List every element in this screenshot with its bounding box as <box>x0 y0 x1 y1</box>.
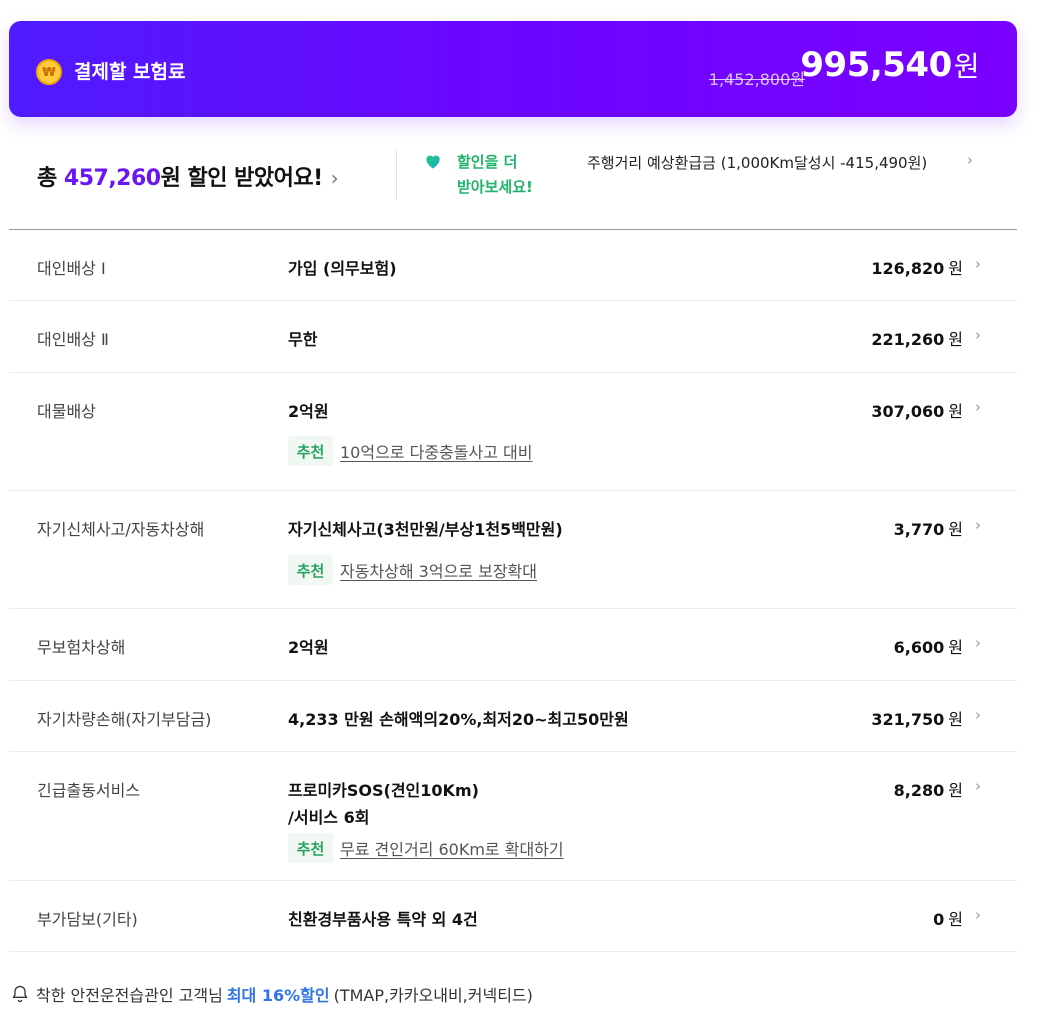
coverage-price: 126,820 원 <box>871 259 963 278</box>
chevron-right-icon: › <box>975 398 981 416</box>
coverage-label: 대인배상 Ⅱ <box>37 330 109 349</box>
bell-icon <box>12 985 28 1003</box>
chevron-right-icon: › <box>975 906 981 924</box>
chevron-right-icon: › <box>975 255 981 273</box>
won-coin-icon: ₩ <box>36 59 62 85</box>
recommend-link[interactable]: 10억으로 다중충돌사고 대비 <box>340 439 532 463</box>
original-price: 1,452,800원 <box>708 70 805 89</box>
coverage-price: 3,770 원 <box>893 520 963 539</box>
coverage-list: 대인배상 Ⅰ 가입 (의무보험) 126,820 원 › 대인배상 Ⅱ 무한 22… <box>9 230 1017 952</box>
discount-summary: 총 457,260원 할인 받았어요! › 할인을 더 받아보세요! 주행거리 예상… <box>9 140 1017 230</box>
coverage-price: 6,600 원 <box>893 638 963 657</box>
coverage-value: 가입 (의무보험) <box>288 259 397 278</box>
coverage-price: 221,260 원 <box>871 330 963 349</box>
discount-amount: 457,260 <box>63 166 161 191</box>
coverage-price: 0원 <box>933 910 963 929</box>
chevron-right-icon: › <box>975 777 981 795</box>
chevron-right-icon: › <box>330 166 339 190</box>
recommend-badge: 추천 <box>288 833 333 863</box>
coverage-row[interactable]: 자기신체사고/자동차상해 자기신체사고(3천만원/부상1천5백만원) 3,770… <box>9 491 1017 609</box>
coverage-value: 무한 <box>288 330 318 349</box>
heart-icon <box>426 155 440 169</box>
recommendation: 추천 10억으로 다중충돌사고 대비 <box>288 436 532 466</box>
recommendation: 추천 자동차상해 3억으로 보장확대 <box>288 555 537 585</box>
coverage-row[interactable]: 대인배상 Ⅰ 가입 (의무보험) 126,820 원 › <box>9 230 1017 301</box>
coverage-label: 긴급출동서비스 <box>37 781 141 800</box>
chevron-right-icon: › <box>975 326 981 344</box>
coverage-label: 무보험차상해 <box>37 638 126 657</box>
recommend-link[interactable]: 자동차상해 3억으로 보장확대 <box>340 558 537 582</box>
chevron-right-icon: › <box>975 634 981 652</box>
chevron-right-icon: › <box>967 151 973 169</box>
chevron-right-icon: › <box>975 516 981 534</box>
coverage-row[interactable]: 대인배상 Ⅱ 무한 221,260 원 › <box>9 301 1017 373</box>
coverage-row[interactable]: 긴급출동서비스 프로미카SOS(견인10Km)/서비스 6회 8,280 원 › … <box>9 752 1017 881</box>
chevron-right-icon: › <box>975 706 981 724</box>
coverage-row[interactable]: 대물배상 2억원 307,060 원 › 추천 10억으로 다중충돌사고 대비 <box>9 373 1017 491</box>
discount-summary-link[interactable]: 총 457,260원 할인 받았어요! › <box>37 160 339 192</box>
coverage-value: 자기신체사고(3천만원/부상1천5백만원) <box>288 520 563 539</box>
coverage-value: 4,233 만원 손해액의20%,최저20~최고50만원 <box>288 710 629 729</box>
coverage-value: 프로미카SOS(견인10Km)/서비스 6회 <box>288 781 479 827</box>
coverage-row[interactable]: 자기차량손해(자기부담금) 4,233 만원 손해액의20%,최저20~최고50… <box>9 681 1017 752</box>
coverage-price: 307,060 원 <box>871 402 963 421</box>
premium-header: ₩ 결제할 보험료 1,452,800원 995,540원 <box>9 21 1017 117</box>
coverage-price: 321,750 원 <box>871 710 963 729</box>
coverage-value: 2억원 <box>288 638 329 657</box>
divider <box>396 150 397 200</box>
max-discount-link[interactable]: 최대 16%할인 <box>227 982 330 1006</box>
coverage-row[interactable]: 부가담보(기타) 친환경부품사용 특약 외 4건 0원 › <box>9 881 1017 952</box>
coverage-label: 자기신체사고/자동차상해 <box>37 520 205 539</box>
more-discount-link[interactable]: 할인을 더 받아보세요! <box>457 150 533 200</box>
coverage-label: 대물배상 <box>37 402 96 421</box>
coverage-row[interactable]: 무보험차상해 2억원 6,600 원 › <box>9 609 1017 681</box>
recommendation: 추천 무료 견인거리 60Km로 확대하기 <box>288 833 564 863</box>
recommend-link[interactable]: 무료 견인거리 60Km로 확대하기 <box>340 836 564 860</box>
coverage-label: 대인배상 Ⅰ <box>37 259 106 278</box>
coverage-label: 부가담보(기타) <box>37 910 138 929</box>
coverage-price: 8,280 원 <box>893 781 963 800</box>
coverage-value: 친환경부품사용 특약 외 4건 <box>288 910 478 929</box>
total-premium: 995,540원 <box>800 45 979 85</box>
coverage-label: 자기차량손해(자기부담금) <box>37 710 212 729</box>
coverage-value: 2억원 <box>288 402 329 421</box>
mileage-refund-link[interactable]: 주행거리 예상환급금 (1,000Km달성시 -415,490원) <box>587 152 927 173</box>
header-title: 결제할 보험료 <box>74 61 186 83</box>
recommend-badge: 추천 <box>288 555 333 585</box>
safe-driving-notice: 착한 안전운전습관인 고객님 최대 16%할인 (TMAP,카카오내비,커넥티드… <box>10 982 533 1006</box>
recommend-badge: 추천 <box>288 436 333 466</box>
